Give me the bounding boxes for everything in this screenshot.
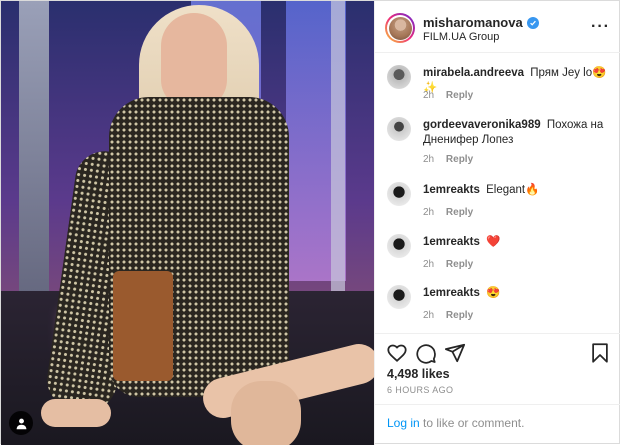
author-username[interactable]: misharomanova xyxy=(423,15,523,30)
commenter-avatar[interactable] xyxy=(387,285,411,309)
comment-text-block: 1emreakts Elegant🔥 xyxy=(423,183,613,198)
login-link[interactable]: Log in xyxy=(387,416,420,430)
user-tag-icon xyxy=(16,418,26,429)
post-location[interactable]: FILM.UA Group xyxy=(423,31,499,43)
share-button[interactable] xyxy=(444,342,466,364)
user-tag-button[interactable] xyxy=(9,411,33,435)
background-pillar xyxy=(331,1,345,301)
post-actions: 4,498 likes 6 HOURS AGO Log in to like o… xyxy=(375,333,620,443)
author-username-row: misharomanova xyxy=(423,15,539,30)
commenter-username[interactable]: gordeevaveronika989 xyxy=(423,119,541,131)
post-side-panel: misharomanova FILM.UA Group ··· mirabela… xyxy=(374,1,620,445)
commenter-username[interactable]: 1emreakts xyxy=(423,236,480,248)
comment-text: ❤️ xyxy=(486,236,501,248)
heart-icon xyxy=(387,344,407,362)
comment-meta: 2h Reply xyxy=(423,207,473,218)
reply-button[interactable]: Reply xyxy=(446,310,473,321)
handbag xyxy=(113,271,173,381)
commenter-username[interactable]: mirabela.andreeva xyxy=(423,67,524,79)
comment-time: 2h xyxy=(423,207,435,218)
comment-icon xyxy=(416,344,436,364)
comment-meta: 2h Reply xyxy=(423,154,473,165)
comment-meta: 2h Reply xyxy=(423,259,473,270)
comment-button[interactable] xyxy=(415,342,437,364)
reply-button[interactable]: Reply xyxy=(446,259,473,270)
share-icon xyxy=(444,343,466,363)
comment-text-block: 1emreakts ❤️ xyxy=(423,235,613,250)
commenter-avatar[interactable] xyxy=(387,117,411,141)
person-knee xyxy=(231,381,301,445)
login-prompt: Log in to like or comment. xyxy=(375,404,620,444)
bookmark-icon xyxy=(592,343,608,363)
post-header: misharomanova FILM.UA Group ··· xyxy=(375,1,620,53)
ellipsis-icon: ··· xyxy=(591,18,610,35)
save-button[interactable] xyxy=(589,342,611,364)
reply-button[interactable]: Reply xyxy=(446,90,473,101)
post-timestamp[interactable]: 6 HOURS AGO xyxy=(387,385,453,395)
comment-meta: 2h Reply xyxy=(423,310,473,321)
comments-list: mirabela.andreeva Прям Jey lo😍✨ 2h Reply… xyxy=(375,53,620,333)
comment-text-block: gordeevaveronika989 Похожа на Дненифер Л… xyxy=(423,118,613,148)
comment-time: 2h xyxy=(423,90,435,101)
commenter-avatar[interactable] xyxy=(387,182,411,206)
comment-time: 2h xyxy=(423,154,435,165)
comment-text: Elegant🔥 xyxy=(486,184,540,196)
like-button[interactable] xyxy=(386,342,408,364)
instagram-post: misharomanova FILM.UA Group ··· mirabela… xyxy=(0,0,620,445)
comment-meta: 2h Reply xyxy=(423,90,473,101)
reply-button[interactable]: Reply xyxy=(446,154,473,165)
login-prompt-text: to like or comment. xyxy=(419,416,525,430)
person-face xyxy=(161,13,227,109)
commenter-username[interactable]: 1emreakts xyxy=(423,184,480,196)
likes-count[interactable]: 4,498 likes xyxy=(387,367,450,381)
commenter-avatar[interactable] xyxy=(387,65,411,89)
commenter-avatar[interactable] xyxy=(387,234,411,258)
more-options-button[interactable]: ··· xyxy=(591,18,610,36)
person-hand xyxy=(41,399,111,427)
verified-badge-icon xyxy=(526,16,539,29)
comment-time: 2h xyxy=(423,310,435,321)
comment-text: 😍 xyxy=(486,287,501,299)
post-photo[interactable] xyxy=(1,1,374,445)
comment-text-block: 1emreakts 😍 xyxy=(423,286,613,301)
comment-time: 2h xyxy=(423,259,435,270)
commenter-username[interactable]: 1emreakts xyxy=(423,287,480,299)
author-avatar[interactable] xyxy=(385,13,415,43)
reply-button[interactable]: Reply xyxy=(446,207,473,218)
